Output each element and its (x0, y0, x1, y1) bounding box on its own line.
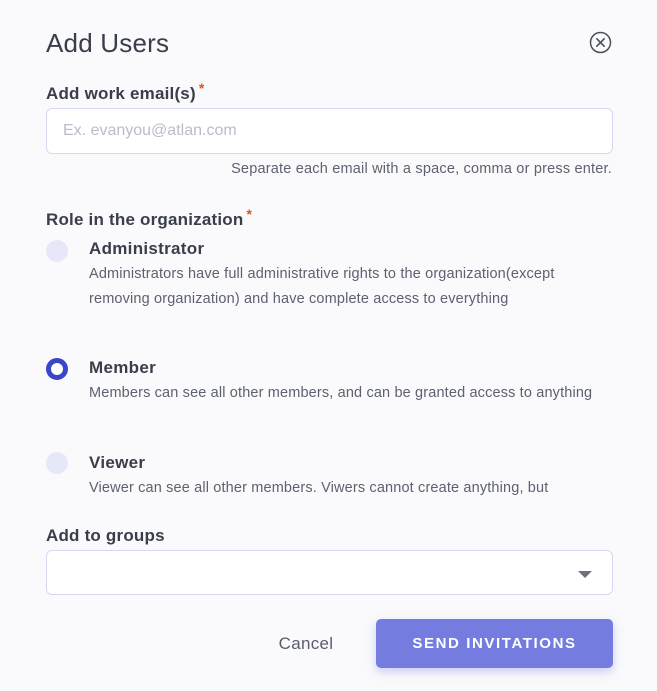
email-hint: Separate each email with a space, comma … (231, 161, 612, 177)
groups-select[interactable] (46, 550, 613, 595)
role-option-description: Administrators have full administrative … (89, 266, 555, 307)
caret-down-icon (578, 571, 592, 578)
cancel-button[interactable]: Cancel (270, 630, 342, 658)
required-asterisk: * (198, 80, 205, 96)
add-users-dialog: Add Users Add work email(s)* Separate ea… (0, 0, 657, 691)
send-invitations-button[interactable]: SEND INVITATIONS (376, 619, 613, 668)
role-option-title: Administrator (89, 239, 205, 258)
groups-label: Add to groups (46, 526, 165, 545)
role-option-viewer[interactable]: Viewer Viewer can see all other members.… (46, 452, 606, 502)
email-input[interactable] (46, 108, 613, 154)
email-label: Add work email(s) * (46, 80, 204, 104)
close-icon[interactable] (589, 31, 612, 54)
dialog-title: Add Users (46, 28, 170, 58)
role-option-title: Viewer (89, 453, 146, 472)
role-label: Role in the organization * (46, 206, 252, 230)
radio-administrator[interactable] (46, 240, 68, 262)
required-asterisk: * (246, 206, 253, 222)
radio-viewer[interactable] (46, 452, 68, 474)
role-option-description: Viewer can see all other members. Viwers… (89, 480, 549, 496)
email-label-text: Add work email(s) (46, 84, 196, 103)
role-option-description: Members can see all other members, and c… (89, 385, 593, 401)
role-label-text: Role in the organization (46, 210, 244, 229)
radio-member[interactable] (46, 358, 68, 380)
role-option-title: Member (89, 358, 156, 377)
role-option-administrator[interactable]: Administrator Administrators have full a… (46, 238, 606, 338)
role-option-member[interactable]: Member Members can see all other members… (46, 357, 606, 437)
